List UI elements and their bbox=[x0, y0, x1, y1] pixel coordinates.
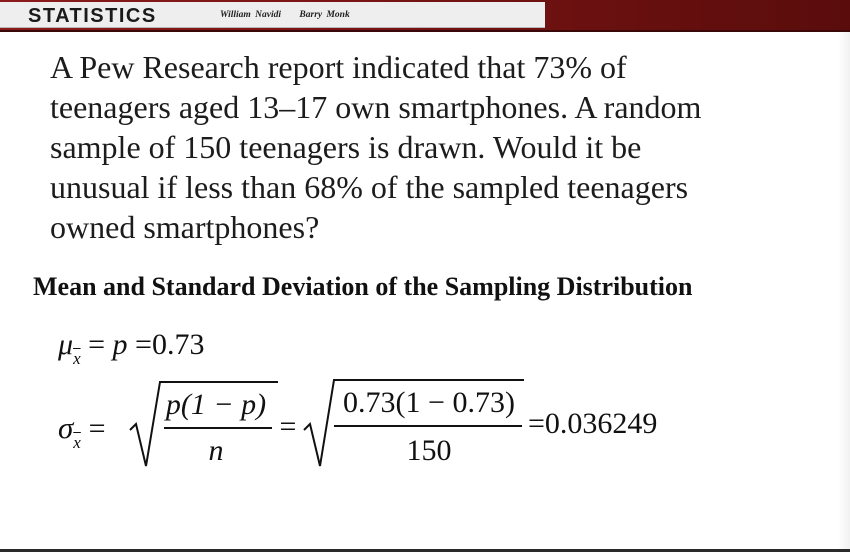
author-name: William Navidi bbox=[220, 10, 282, 20]
section-heading: Mean and Standard Deviation of the Sampl… bbox=[33, 272, 693, 301]
mean-value: 0.73 bbox=[151, 328, 205, 361]
problem-line: unusual if less than 68% of the sampled … bbox=[50, 169, 689, 205]
problem-line: A Pew Research report indicated that 73%… bbox=[50, 49, 627, 85]
header-underline bbox=[0, 30, 850, 32]
author-name: Barry Monk bbox=[299, 10, 350, 20]
general-denominator: n bbox=[208, 434, 224, 467]
equals-sign: = bbox=[135, 328, 152, 361]
brand-authors: William Navidi Barry Monk bbox=[220, 10, 364, 20]
slide-right-edge bbox=[838, 32, 850, 552]
equals-sign: = bbox=[88, 328, 106, 361]
sd-result: =0.036249 bbox=[528, 407, 657, 441]
mu-symbol: μ bbox=[58, 328, 74, 361]
x-bar-subscript: x bbox=[73, 349, 81, 368]
equals-sign: = bbox=[88, 412, 106, 445]
sd-value: 0.036249 bbox=[544, 407, 658, 440]
sigma-symbol: σ bbox=[58, 410, 74, 445]
problem-line: sample of 150 teenagers is drawn. Would … bbox=[50, 129, 642, 165]
problem-statement: A Pew Research report indicated that 73%… bbox=[50, 47, 810, 247]
header-strip: STATISTICS William Navidi Barry Monk bbox=[0, 2, 545, 28]
slide: STATISTICS William Navidi Barry Monk A P… bbox=[0, 0, 850, 552]
numeric-denominator: 150 bbox=[406, 434, 452, 467]
problem-line: teenagers aged 13–17 own smartphones. A … bbox=[50, 89, 702, 125]
numeric-numerator: 0.73(1 − 0.73) bbox=[343, 386, 515, 419]
x-bar-subscript: x bbox=[73, 433, 81, 452]
mean-formula: μx = p =0.73 bbox=[58, 328, 205, 368]
brand-title: STATISTICS bbox=[28, 5, 157, 27]
equals-sign: = bbox=[528, 407, 545, 440]
problem-line: owned smartphones? bbox=[50, 209, 320, 245]
sigma-lhs: σx = bbox=[58, 410, 106, 452]
equals-sign: = bbox=[279, 410, 297, 443]
general-numerator: p(1 − p) bbox=[165, 388, 267, 421]
p-variable: p bbox=[112, 328, 128, 361]
